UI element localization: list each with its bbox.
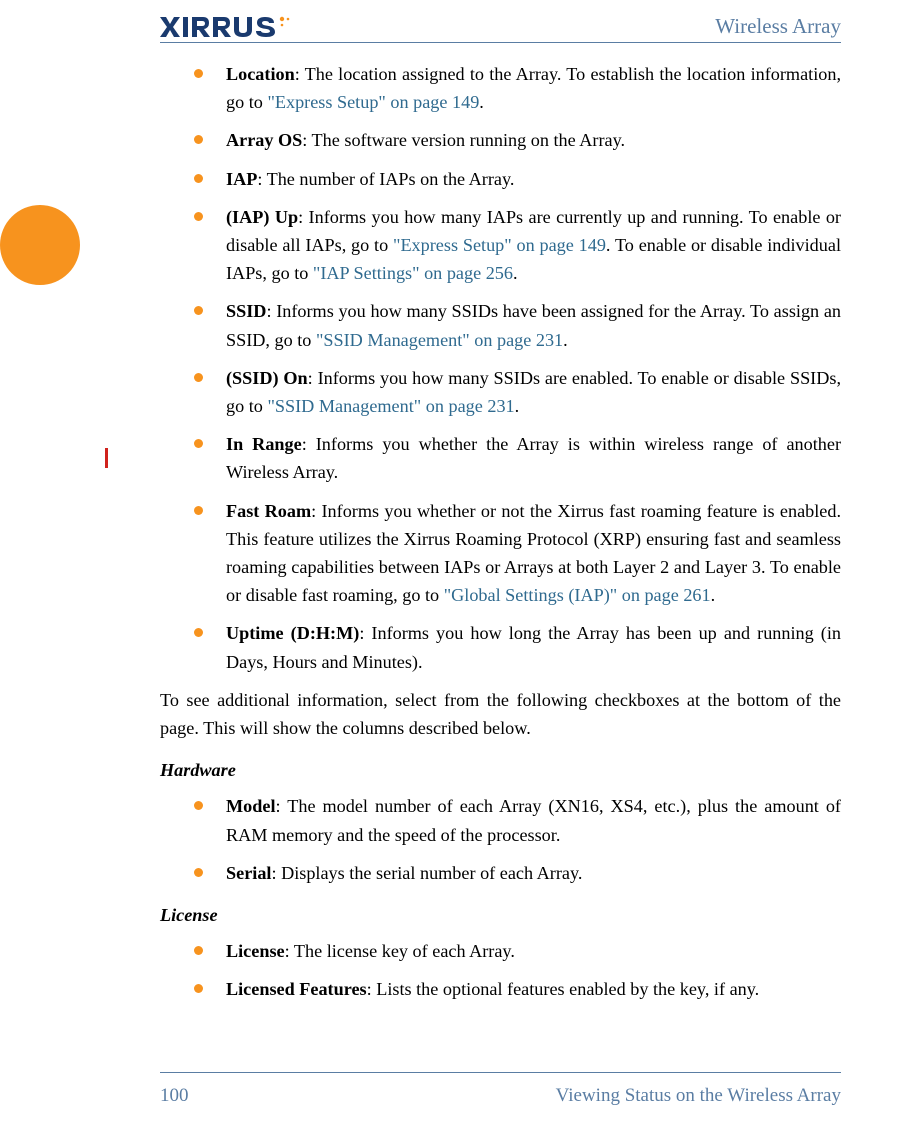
cross-ref-link[interactable]: "Express Setup" on page 149 [393,235,606,255]
list-item: Licensed Features: Lists the optional fe… [160,975,841,1003]
bullet-icon [194,984,203,993]
change-bar [105,448,108,468]
item-term: IAP [226,169,257,189]
list-item: Serial: Displays the serial number of ea… [160,859,841,887]
item-text: . [479,92,484,112]
item-text: . [711,585,716,605]
item-text: : Displays the serial number of each Arr… [271,863,582,883]
item-term: Licensed Features [226,979,367,999]
header-rule [160,42,841,43]
list-item: Model: The model number of each Array (X… [160,792,841,848]
item-term: Location [226,64,295,84]
bullet-icon [194,306,203,315]
bullet-icon [194,801,203,810]
item-term: Uptime (D:H:M) [226,623,359,643]
item-text: : Lists the optional features enabled by… [367,979,760,999]
side-tab [0,205,80,285]
bullet-icon [194,373,203,382]
list-item: Location: The location assigned to the A… [160,60,841,116]
bullet-icon [194,868,203,877]
section-heading-license: License [160,901,841,929]
item-term: In Range [226,434,302,454]
item-text: . [513,263,518,283]
bullet-list-main: Location: The location assigned to the A… [160,60,841,676]
brand-logo [160,15,300,39]
header-title: Wireless Array [715,14,841,39]
list-item: In Range: Informs you whether the Array … [160,430,841,486]
item-term: SSID [226,301,266,321]
footer-rule [160,1072,841,1073]
xirrus-logo-svg [160,15,300,39]
item-text: : The number of IAPs on the Array. [257,169,514,189]
item-term: Array OS [226,130,302,150]
bullet-icon [194,135,203,144]
footer-section-title: Viewing Status on the Wireless Array [556,1085,841,1107]
list-item: Array OS: The software version running o… [160,126,841,154]
bullet-icon [194,69,203,78]
content-area: Location: The location assigned to the A… [160,60,841,1014]
page-number: 100 [160,1085,189,1107]
bullet-icon [194,174,203,183]
item-term: Fast Roam [226,501,311,521]
bullet-icon [194,628,203,637]
list-item: Uptime (D:H:M): Informs you how long the… [160,619,841,675]
item-term: (IAP) Up [226,207,298,227]
item-term: Serial [226,863,271,883]
item-text: : The software version running on the Ar… [302,130,625,150]
item-text: . [563,330,568,350]
list-item: (IAP) Up: Informs you how many IAPs are … [160,203,841,288]
cross-ref-link[interactable]: "IAP Settings" on page 256 [313,263,513,283]
paragraph: To see additional information, select fr… [160,686,841,742]
item-text: . [515,396,520,416]
item-term: License [226,941,285,961]
bullet-list-hardware: Model: The model number of each Array (X… [160,792,841,887]
item-term: Model [226,796,276,816]
list-item: License: The license key of each Array. [160,937,841,965]
cross-ref-link[interactable]: "SSID Management" on page 231 [316,330,563,350]
item-term: (SSID) On [226,368,308,388]
item-text: : Informs you whether the Array is withi… [226,434,841,482]
item-text: : The license key of each Array. [285,941,515,961]
cross-ref-link[interactable]: "SSID Management" on page 231 [267,396,514,416]
list-item: (SSID) On: Informs you how many SSIDs ar… [160,364,841,420]
list-item: Fast Roam: Informs you whether or not th… [160,497,841,610]
bullet-icon [194,506,203,515]
cross-ref-link[interactable]: "Express Setup" on page 149 [267,92,479,112]
page-header: Wireless Array [160,14,841,39]
bullet-icon [194,946,203,955]
list-item: SSID: Informs you how many SSIDs have be… [160,297,841,353]
section-heading-hardware: Hardware [160,756,841,784]
bullet-list-license: License: The license key of each Array. … [160,937,841,1003]
page-footer: 100 Viewing Status on the Wireless Array [160,1085,841,1107]
list-item: IAP: The number of IAPs on the Array. [160,165,841,193]
cross-ref-link[interactable]: "Global Settings (IAP)" on page 261 [444,585,711,605]
bullet-icon [194,439,203,448]
item-text: : The model number of each Array (XN16, … [226,796,841,844]
bullet-icon [194,212,203,221]
